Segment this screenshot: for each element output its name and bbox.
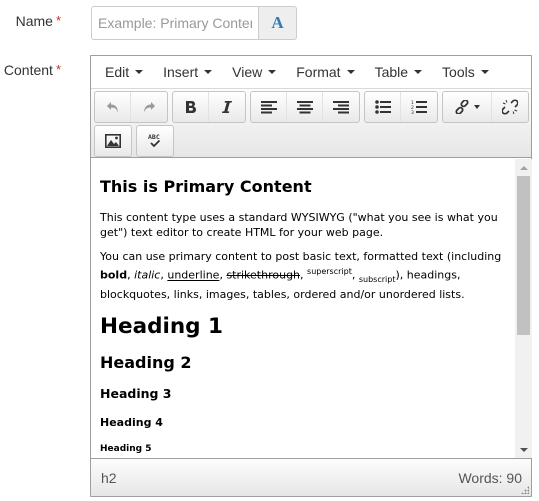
italic-button[interactable]	[209, 92, 245, 122]
svg-text:ABC: ABC	[148, 133, 160, 141]
insert-image-button[interactable]	[95, 126, 131, 156]
underline-text: underline	[167, 268, 220, 282]
align-right-button[interactable]	[323, 92, 359, 122]
menu-edit[interactable]: Edit	[95, 56, 153, 89]
scroll-up-button[interactable]	[515, 159, 532, 176]
align-center-icon	[296, 101, 313, 114]
required-marker: *	[55, 13, 61, 28]
spellcheck-icon: ABC	[148, 133, 161, 148]
history-group	[94, 91, 168, 123]
bullet-list-button[interactable]	[365, 92, 401, 122]
link-group	[442, 91, 529, 123]
name-label: Name *	[16, 13, 61, 29]
redo-button[interactable]	[131, 92, 167, 122]
align-group	[250, 91, 360, 123]
align-left-button[interactable]	[251, 92, 287, 122]
italic-text: italic	[134, 268, 161, 282]
menu-edit-label: Edit	[105, 64, 130, 80]
content-paragraph-2: You can use primary content to post basi…	[100, 249, 506, 302]
sep: ,	[351, 268, 359, 282]
heading-2: Heading 2	[100, 352, 192, 372]
strikethrough-text: strikethrough	[226, 268, 301, 282]
svg-text:3: 3	[411, 110, 414, 114]
caret-down-icon	[473, 105, 480, 109]
undo-icon	[106, 102, 118, 113]
content-scrollbar[interactable]	[515, 159, 532, 458]
caret-down-icon	[346, 70, 355, 74]
undo-button[interactable]	[95, 92, 131, 122]
italic-icon	[222, 101, 232, 113]
align-center-button[interactable]	[287, 92, 323, 122]
element-path[interactable]: h2	[101, 470, 117, 486]
unlink-icon	[502, 99, 518, 115]
link-button[interactable]	[443, 92, 492, 122]
menu-insert[interactable]: Insert	[153, 56, 222, 89]
link-icon	[454, 100, 469, 114]
numbered-list-icon: 123	[411, 100, 427, 114]
image-group	[94, 125, 132, 157]
heading-1: Heading 1	[100, 313, 223, 339]
scroll-down-button[interactable]	[515, 441, 532, 458]
menu-insert-label: Insert	[163, 64, 199, 80]
name-label-text: Name	[15, 13, 53, 29]
caret-down-icon	[204, 70, 213, 74]
caret-down-icon	[135, 70, 144, 74]
caret-down-icon	[268, 70, 277, 74]
content-label: Content *	[4, 62, 61, 78]
scroll-thumb[interactable]	[517, 176, 530, 335]
align-left-icon	[260, 101, 277, 114]
p2-text: You can use primary content to post basi…	[100, 250, 502, 263]
format-group	[172, 91, 246, 123]
caret-down-icon	[414, 70, 423, 74]
bold-button[interactable]	[173, 92, 209, 122]
content-title: This is Primary Content	[100, 177, 312, 196]
redo-icon	[144, 102, 155, 113]
required-marker: *	[55, 62, 61, 77]
numbered-list-button[interactable]: 123	[401, 92, 437, 122]
menu-table[interactable]: Table	[365, 56, 432, 89]
resize-handle-icon[interactable]	[521, 486, 529, 494]
menu-format-label: Format	[296, 64, 341, 80]
menu-view[interactable]: View	[222, 56, 286, 89]
align-right-icon	[333, 101, 349, 114]
list-group: 123	[364, 91, 438, 123]
subscript-text: subscript	[358, 274, 396, 284]
image-icon	[105, 134, 121, 148]
spellcheck-group: ABC	[136, 125, 174, 157]
name-input[interactable]	[91, 6, 258, 40]
heading-5: Heading 5	[100, 443, 152, 454]
sep: ,	[300, 268, 308, 282]
bold-text: bold	[100, 268, 128, 282]
heading-3: Heading 3	[100, 385, 172, 401]
text-format-icon[interactable]: A	[258, 6, 297, 40]
scroll-down-icon	[519, 447, 528, 452]
spellcheck-button[interactable]: ABC	[137, 126, 173, 156]
rich-text-editor: Edit Insert View Format Table Tools 123	[90, 55, 532, 497]
caret-down-icon	[480, 70, 489, 74]
editor-toolbar: 123 ABC	[91, 89, 531, 158]
superscript-text: superscript	[307, 267, 352, 276]
bullet-list-icon	[374, 100, 391, 114]
menu-table-label: Table	[374, 64, 409, 80]
word-count: Words: 90	[458, 469, 522, 486]
editor-statusbar: h2 Words: 90	[91, 458, 531, 496]
menu-tools[interactable]: Tools	[432, 56, 499, 89]
menu-tools-label: Tools	[442, 64, 475, 80]
name-field-group: A	[91, 6, 297, 40]
scroll-up-icon	[519, 165, 528, 170]
bold-icon	[185, 101, 196, 113]
editor-content-area[interactable]: This is Primary Content This content typ…	[91, 159, 515, 458]
menu-view-label: View	[232, 64, 263, 80]
unlink-button[interactable]	[492, 92, 528, 122]
menu-format[interactable]: Format	[286, 56, 364, 89]
editor-menubar: Edit Insert View Format Table Tools	[91, 56, 531, 89]
content-paragraph-1: This content type uses a standard WYSIWY…	[100, 211, 498, 239]
heading-4: Heading 4	[100, 415, 163, 429]
content-label-text: Content	[3, 62, 53, 78]
